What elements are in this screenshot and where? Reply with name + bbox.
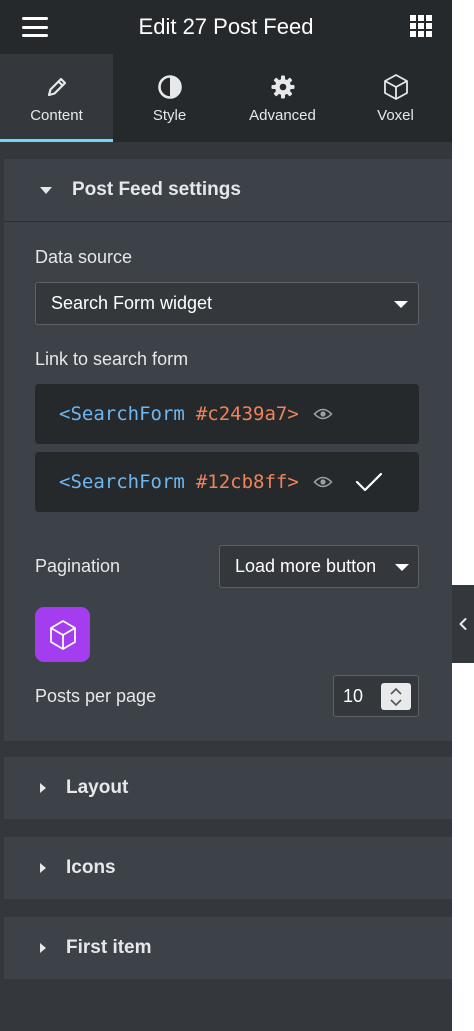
search-form-tag: <SearchForm — [59, 403, 185, 425]
link-search-form-label: Link to search form — [35, 349, 189, 369]
posts-per-page-input[interactable]: 10 — [333, 675, 419, 717]
cube-icon — [383, 73, 409, 101]
checkmark-icon — [355, 471, 383, 493]
tab-content-label: Content — [30, 106, 83, 124]
data-source-value: Search Form widget — [51, 293, 213, 313]
pagination-value: Load more button — [235, 556, 377, 576]
pencil-icon — [46, 73, 68, 101]
data-source-label: Data source — [35, 247, 133, 267]
post-feed-settings-body: Data source Search Form widget Link to s… — [4, 221, 452, 741]
section-post-feed-settings[interactable]: Post Feed settings — [4, 159, 452, 221]
eye-icon[interactable] — [313, 407, 333, 421]
tab-voxel[interactable]: Voxel — [339, 54, 452, 142]
search-form-id: #12cb8ff> — [195, 471, 299, 493]
section-first-item[interactable]: First item — [4, 917, 452, 979]
pagination-label: Pagination — [35, 556, 121, 576]
section-layout[interactable]: Layout — [4, 757, 452, 819]
caret-right-icon — [40, 783, 46, 793]
dropdown-arrow-icon — [394, 301, 408, 308]
section-title: Post Feed settings — [72, 179, 241, 200]
tab-advanced[interactable]: Advanced — [226, 54, 339, 142]
hamburger-icon[interactable] — [20, 14, 50, 40]
editor-panel: Edit 27 Post Feed Content Style Advanced… — [0, 0, 452, 1031]
pagination-select[interactable]: Load more button — [219, 545, 419, 588]
preview-area — [452, 0, 474, 1031]
search-form-option[interactable]: <SearchForm #c2439a7> — [35, 384, 419, 444]
panel-title: Edit 27 Post Feed — [138, 14, 314, 39]
chevron-left-icon — [459, 618, 467, 630]
dropdown-arrow-icon — [395, 564, 409, 571]
gear-icon — [270, 73, 296, 101]
tab-voxel-label: Voxel — [377, 106, 414, 124]
section-icons[interactable]: Icons — [4, 837, 452, 899]
eye-icon[interactable] — [313, 475, 333, 489]
section-icons-title: Icons — [66, 857, 116, 878]
voxel-cube-icon[interactable] — [35, 607, 90, 662]
panel-header: Edit 27 Post Feed — [0, 0, 452, 54]
search-form-option-selected[interactable]: <SearchForm #12cb8ff> — [35, 452, 419, 512]
section-first-item-title: First item — [66, 937, 152, 958]
half-circle-icon — [157, 73, 183, 101]
posts-per-page-value: 10 — [343, 685, 364, 706]
tab-style[interactable]: Style — [113, 54, 226, 142]
grid-icon[interactable] — [410, 15, 432, 37]
search-form-tag: <SearchForm — [59, 471, 185, 493]
data-source-select[interactable]: Search Form widget — [35, 282, 419, 325]
caret-down-icon — [40, 186, 52, 194]
posts-per-page-label: Posts per page — [35, 686, 157, 706]
caret-right-icon — [40, 863, 46, 873]
tab-style-label: Style — [152, 106, 187, 124]
number-stepper[interactable] — [381, 683, 411, 710]
section-layout-title: Layout — [66, 777, 129, 798]
panel-tabs: Content Style Advanced Voxel — [0, 54, 452, 142]
tab-content[interactable]: Content — [0, 54, 113, 142]
collapse-panel-button[interactable] — [452, 585, 474, 663]
search-form-id: #c2439a7> — [195, 403, 299, 425]
tab-advanced-label: Advanced — [249, 106, 316, 124]
caret-right-icon — [40, 943, 46, 953]
